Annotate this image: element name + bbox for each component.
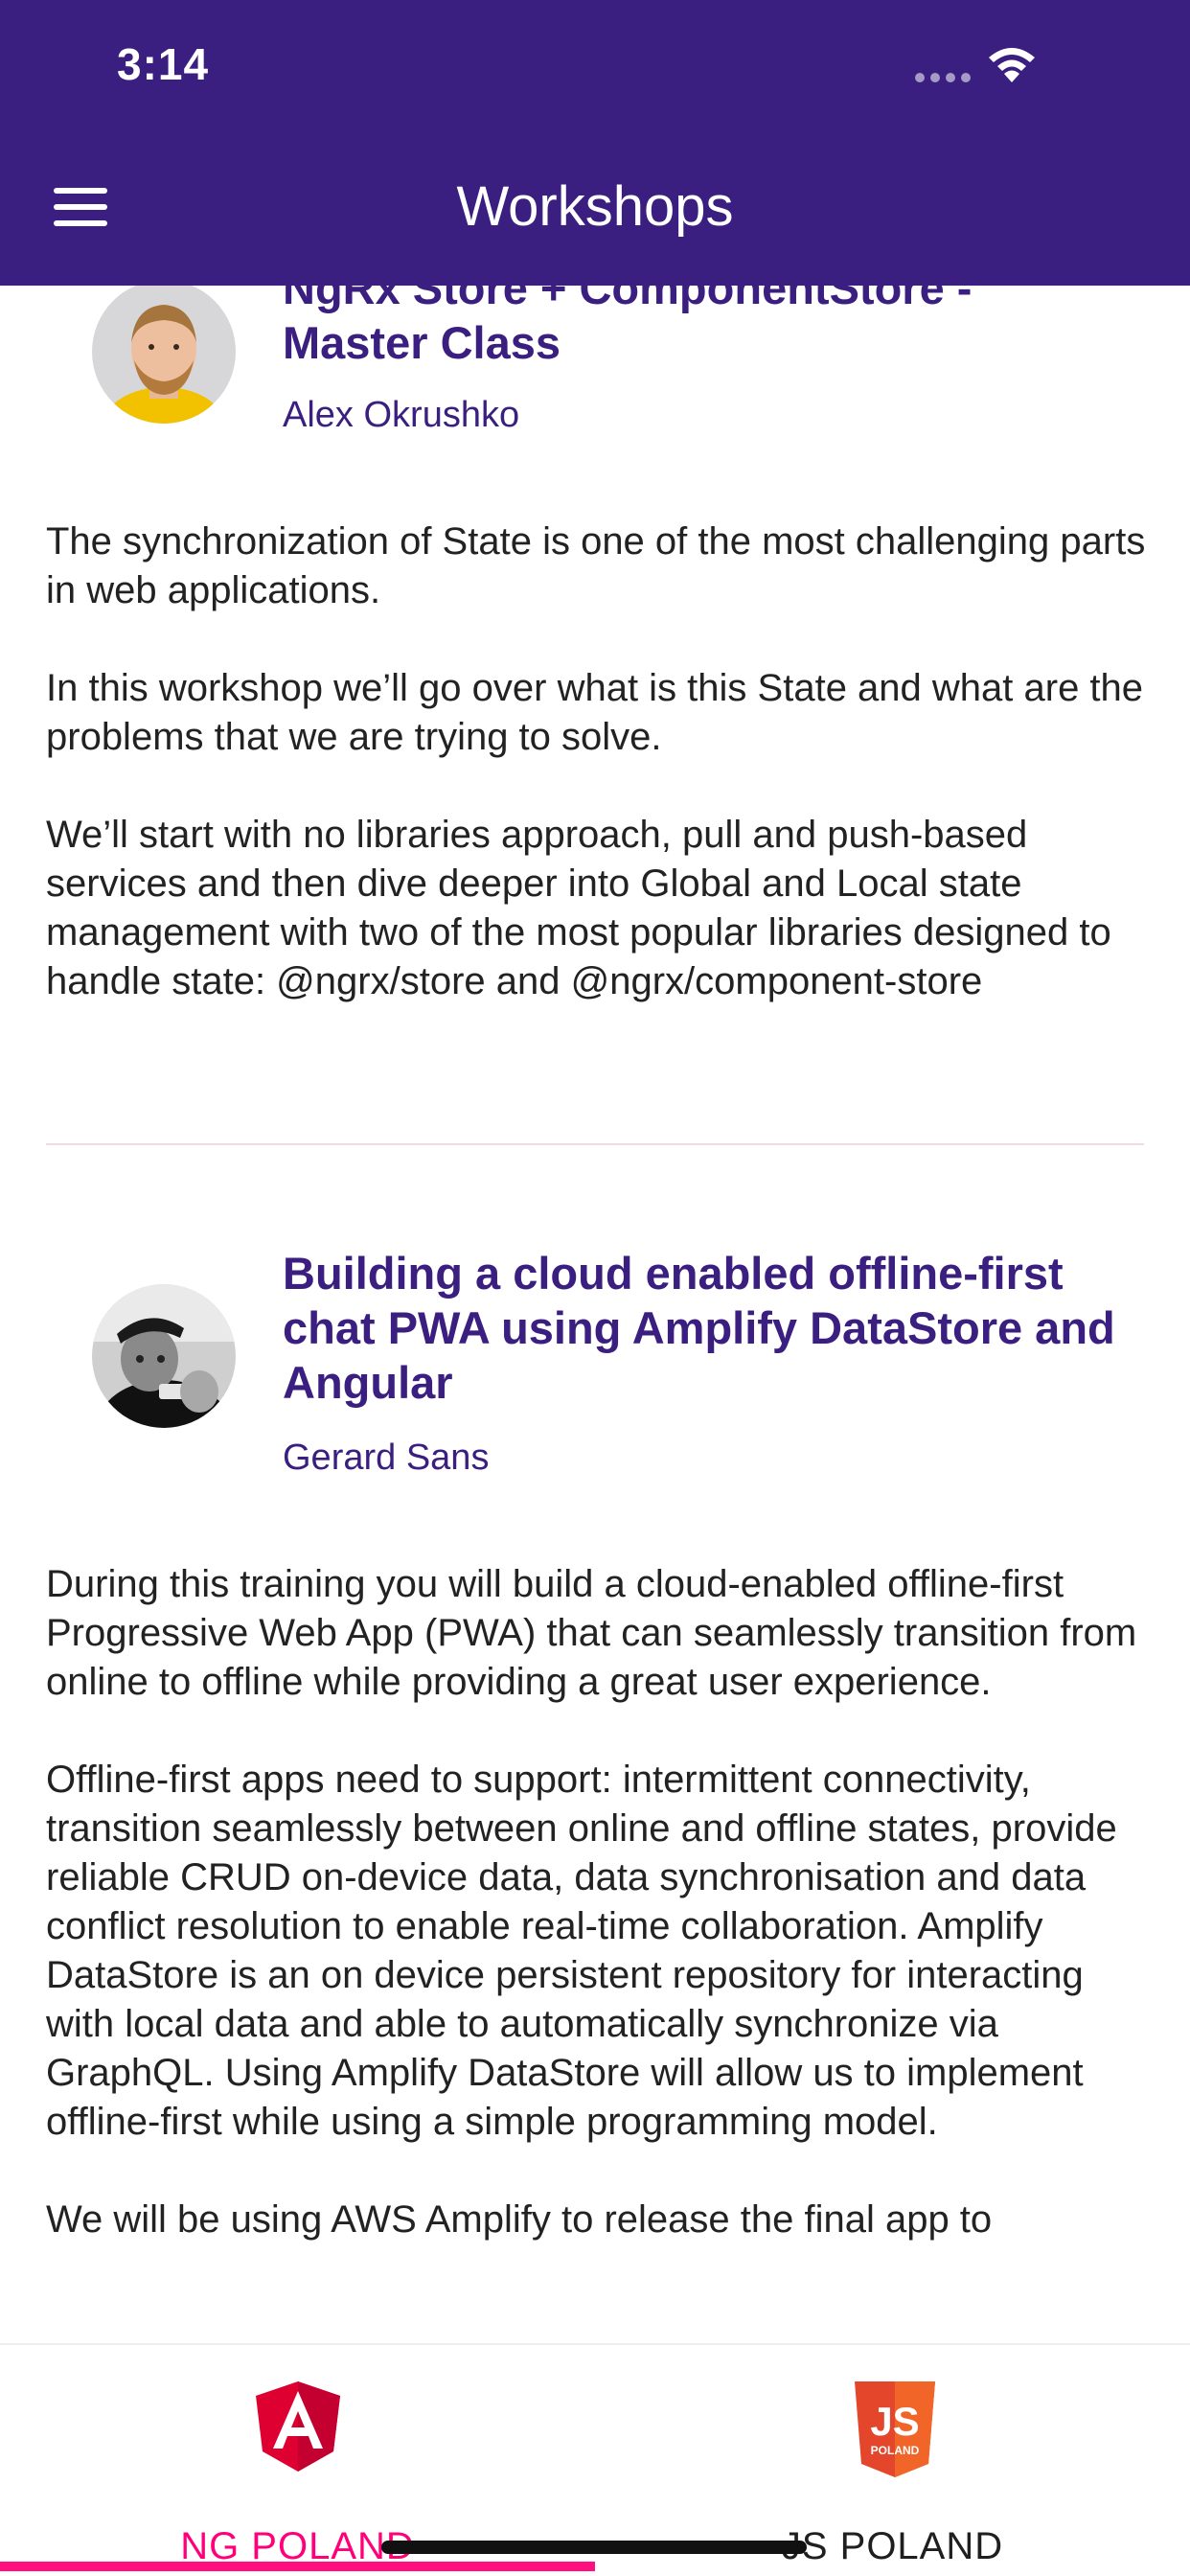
workshop-title: Building a cloud enabled offline-first c… xyxy=(283,1248,1115,1408)
workshop-author: Gerard Sans xyxy=(283,1438,490,1478)
speaker-avatar xyxy=(92,280,236,424)
description-paragraph: We’ll start with no libraries approach, … xyxy=(46,814,1111,1002)
page-title: Workshops xyxy=(456,175,734,238)
angular-logo-icon xyxy=(256,2381,340,2472)
js-badge-subtext: POLAND xyxy=(871,2444,920,2457)
workshop-list[interactable]: NgRx Store + ComponentStore - Master Cla… xyxy=(0,0,1190,2343)
speaker-avatar xyxy=(92,1284,236,1428)
description-paragraph: The synchronization of State is one of t… xyxy=(46,520,1146,611)
description-paragraph: During this training you will build a cl… xyxy=(46,1563,1137,1703)
workshop-description: The synchronization of State is one of t… xyxy=(46,518,1148,1055)
home-indicator[interactable] xyxy=(381,2541,807,2554)
description-paragraph: Offline-first apps need to support: inte… xyxy=(46,1759,1117,2143)
cellular-signal-icon xyxy=(915,73,971,82)
divider xyxy=(46,1143,1144,1145)
selected-tab-indicator xyxy=(0,2562,595,2571)
description-paragraph: In this workshop we’ll go over what is t… xyxy=(46,667,1144,758)
workshop-author: Alex Okrushko xyxy=(283,395,520,435)
workshop-description: During this training you will build a cl… xyxy=(46,1560,1148,2293)
wifi-icon xyxy=(989,48,1035,82)
js-badge-text: JS xyxy=(870,2399,919,2444)
description-paragraph: We will be using AWS Amplify to release … xyxy=(46,2198,993,2241)
status-time: 3:14 xyxy=(117,39,210,89)
app-header: 3:14 Workshops xyxy=(0,0,1190,286)
js-poland-logo-icon: JS POLAND xyxy=(855,2381,935,2477)
